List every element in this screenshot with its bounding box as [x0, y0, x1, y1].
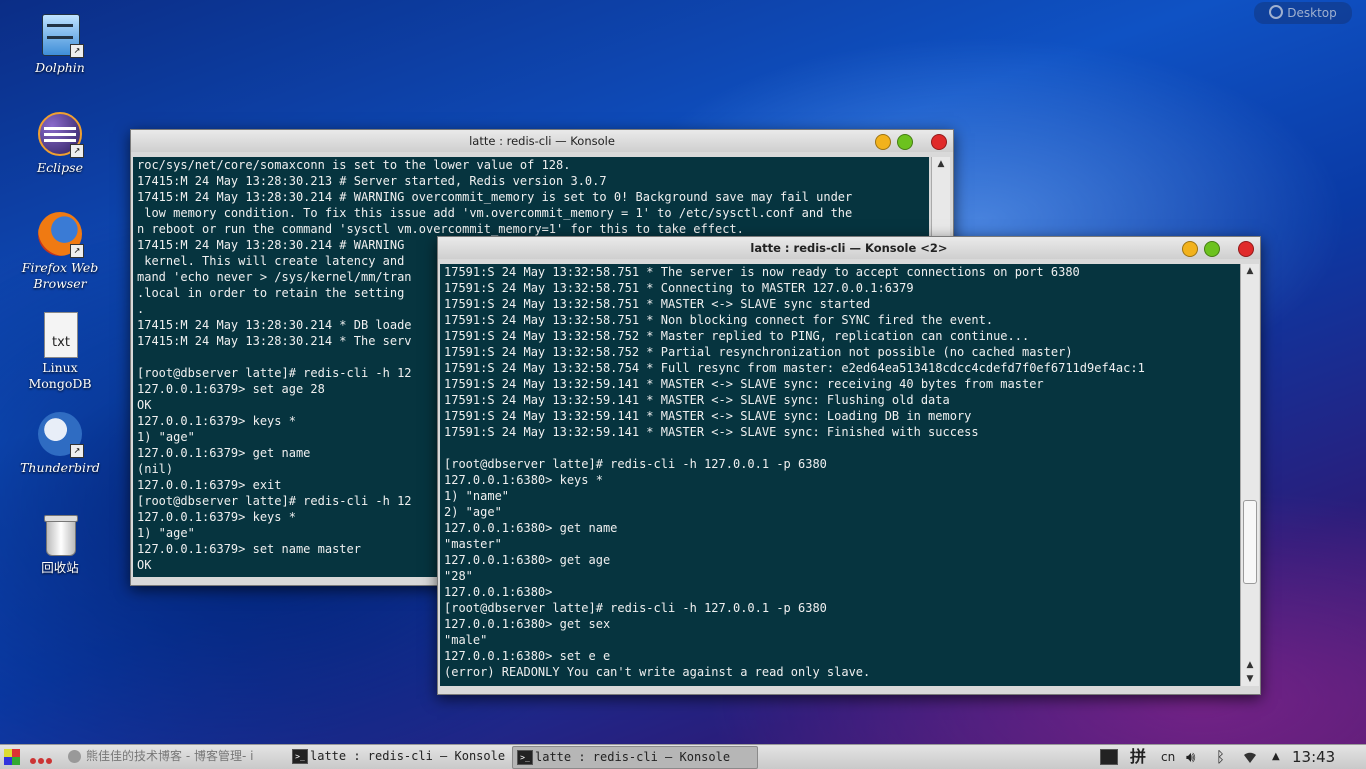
terminal-line: 17591:S 24 May 13:32:59.141 * MASTER <->… — [444, 425, 979, 439]
terminal-line: 17591:S 24 May 13:32:59.141 * MASTER <->… — [444, 377, 1044, 391]
terminal-line: 127.0.0.1:6380> set e e — [444, 649, 611, 663]
terminal-line: 17591:S 24 May 13:32:58.752 * Master rep… — [444, 329, 1030, 343]
pager-dots-icon[interactable] — [30, 753, 52, 767]
minimize-button[interactable] — [875, 134, 891, 150]
terminal-line: low memory condition. To fix this issue … — [137, 206, 853, 220]
terminal-line: 17591:S 24 May 13:32:58.751 * Non blocki… — [444, 313, 994, 327]
terminal-line: 17415:M 24 May 13:28:30.213 # Server sta… — [137, 174, 607, 188]
task-konsole-2[interactable]: >_ latte : redis-cli — Konsole — [512, 746, 758, 769]
shortcut-arrow-icon: ↗ — [70, 444, 84, 458]
taskbar: 熊佳佳的技术博客 - 博客管理- i >_ latte : redis-cli … — [0, 744, 1366, 769]
maximize-button[interactable] — [1204, 241, 1220, 257]
terminal-line: 127.0.0.1:6380> get sex — [444, 617, 611, 631]
terminal-line: 17591:S 24 May 13:32:58.751 * Connecting… — [444, 281, 914, 295]
close-button[interactable] — [931, 134, 947, 150]
kde-menu-icon[interactable] — [4, 749, 20, 765]
scroll-up-icon[interactable]: ▲ — [932, 157, 950, 171]
scrollbar-thumb[interactable] — [1243, 500, 1257, 584]
minimize-button[interactable] — [1182, 241, 1198, 257]
desktop-icon-eclipse[interactable]: ↗ Eclipse — [14, 112, 106, 176]
terminal-icon: >_ — [292, 749, 308, 764]
terminal-line: "master" — [444, 537, 502, 551]
desktop-toggle-icon — [1269, 5, 1284, 19]
clock[interactable]: 13:43 — [1292, 745, 1335, 769]
desktop-icon-label: 回收站 — [41, 560, 79, 575]
task-browser[interactable]: 熊佳佳的技术博客 - 博客管理- i — [64, 746, 300, 767]
desktop-icon-label: Dolphin — [35, 60, 85, 75]
terminal-line: 127.0.0.1:6380> get age — [444, 553, 611, 567]
scroll-up-icon[interactable]: ▲ — [1241, 658, 1259, 672]
desktop-toggle-label: Desktop — [1287, 6, 1337, 20]
tray-expand-icon[interactable]: ▲ — [1272, 745, 1280, 769]
terminal-line: 17415:M 24 May 13:28:30.214 # WARNING ov… — [137, 190, 853, 204]
terminal-line: 2) "age" — [444, 505, 502, 519]
scroll-down-icon[interactable]: ▼ — [1241, 672, 1259, 686]
dolphin-icon: ↗ — [38, 12, 84, 58]
language-indicator[interactable]: cn — [1161, 745, 1175, 769]
window-titlebar[interactable]: latte : redis-cli — Konsole <2> — [438, 237, 1260, 259]
terminal-line: 17591:S 24 May 13:32:58.752 * Partial re… — [444, 345, 1073, 359]
text-file-icon: txt — [38, 312, 82, 358]
terminal-output[interactable]: 17591:S 24 May 13:32:58.751 * The server… — [440, 264, 1240, 686]
terminal-line: "male" — [444, 633, 488, 647]
terminal-line: "28" — [444, 569, 473, 583]
terminal-line: 17591:S 24 May 13:32:58.751 * MASTER <->… — [444, 297, 871, 311]
task-label: latte : redis-cli — Konsole — [310, 749, 506, 763]
terminal-line: [root@dbserver latte]# redis-cli -h 127.… — [444, 457, 827, 471]
terminal-line: 127.0.0.1:6380> — [444, 585, 553, 599]
desktop-icon-thunderbird[interactable]: ↗ Thunderbird — [14, 412, 106, 476]
task-label: 熊佳佳的技术博客 - 博客管理- i — [86, 749, 254, 763]
terminal-line: 127.0.0.1:6380> keys * — [444, 473, 603, 487]
window-title: latte : redis-cli — Konsole — [469, 134, 615, 148]
desktop-toggle-button[interactable]: Desktop — [1254, 2, 1352, 24]
terminal-line: [root@dbserver latte]# redis-cli -h 127.… — [444, 601, 827, 615]
thunderbird-icon: ↗ — [38, 412, 84, 458]
shortcut-arrow-icon: ↗ — [70, 244, 84, 258]
trash-icon — [38, 512, 82, 556]
input-method-indicator[interactable]: 拼 — [1130, 745, 1146, 769]
maximize-button[interactable] — [897, 134, 913, 150]
desktop-icon-label: Firefox Web Browser — [21, 260, 99, 291]
scroll-up-icon[interactable]: ▲ — [1241, 264, 1259, 278]
terminal-line: 17591:S 24 May 13:32:58.754 * Full resyn… — [444, 361, 1145, 375]
terminal-line: 127.0.0.1:6380> get name — [444, 521, 618, 535]
task-label: latte : redis-cli — Konsole — [535, 750, 731, 764]
terminal-line: 17591:S 24 May 13:32:59.141 * MASTER <->… — [444, 409, 972, 423]
desktop-icon-label: Thunderbird — [20, 460, 100, 475]
task-konsole-1[interactable]: >_ latte : redis-cli — Konsole — [288, 746, 528, 767]
terminal-line: n reboot or run the command 'sysctl vm.o… — [137, 222, 744, 236]
desktop-icon-dolphin[interactable]: ↗ Dolphin — [14, 12, 106, 76]
firefox-icon: ↗ — [38, 212, 84, 258]
volume-icon[interactable]: 🔊︎ — [1186, 745, 1195, 769]
shortcut-arrow-icon: ↗ — [70, 144, 84, 158]
desktop-icon-linux-mongodb[interactable]: txt Linux MongoDB — [14, 312, 106, 392]
scrollbar[interactable]: ▲ ▲ ▼ — [1240, 264, 1259, 686]
terminal-line: 1) "name" — [444, 489, 510, 503]
window-title: latte : redis-cli — Konsole <2> — [750, 241, 948, 255]
terminal-line: roc/sys/net/core/somaxconn is set to the… — [137, 158, 571, 172]
terminal-line: (error) READONLY You can't write against… — [444, 665, 871, 679]
desktop-icon-firefox[interactable]: ↗ Firefox Web Browser — [14, 212, 106, 292]
eclipse-icon: ↗ — [38, 112, 84, 158]
tray-terminal-icon[interactable] — [1100, 745, 1118, 769]
window-titlebar[interactable]: latte : redis-cli — Konsole — [131, 130, 953, 152]
terminal-icon: >_ — [517, 750, 533, 765]
close-button[interactable] — [1238, 241, 1254, 257]
desktop-icon-trash[interactable]: 回收站 — [14, 512, 106, 576]
bluetooth-icon[interactable]: ᛒ — [1216, 745, 1225, 769]
konsole-window-2[interactable]: latte : redis-cli — Konsole <2> 17591:S … — [437, 236, 1261, 695]
desktop-icon-label: Linux MongoDB — [28, 360, 92, 391]
browser-icon — [68, 750, 81, 763]
wifi-icon[interactable] — [1240, 745, 1260, 769]
shortcut-arrow-icon: ↗ — [70, 44, 84, 58]
terminal-line: 17591:S 24 May 13:32:58.751 * The server… — [444, 265, 1080, 279]
terminal-line: 17591:S 24 May 13:32:59.141 * MASTER <->… — [444, 393, 950, 407]
desktop-icon-label: Eclipse — [37, 160, 83, 175]
